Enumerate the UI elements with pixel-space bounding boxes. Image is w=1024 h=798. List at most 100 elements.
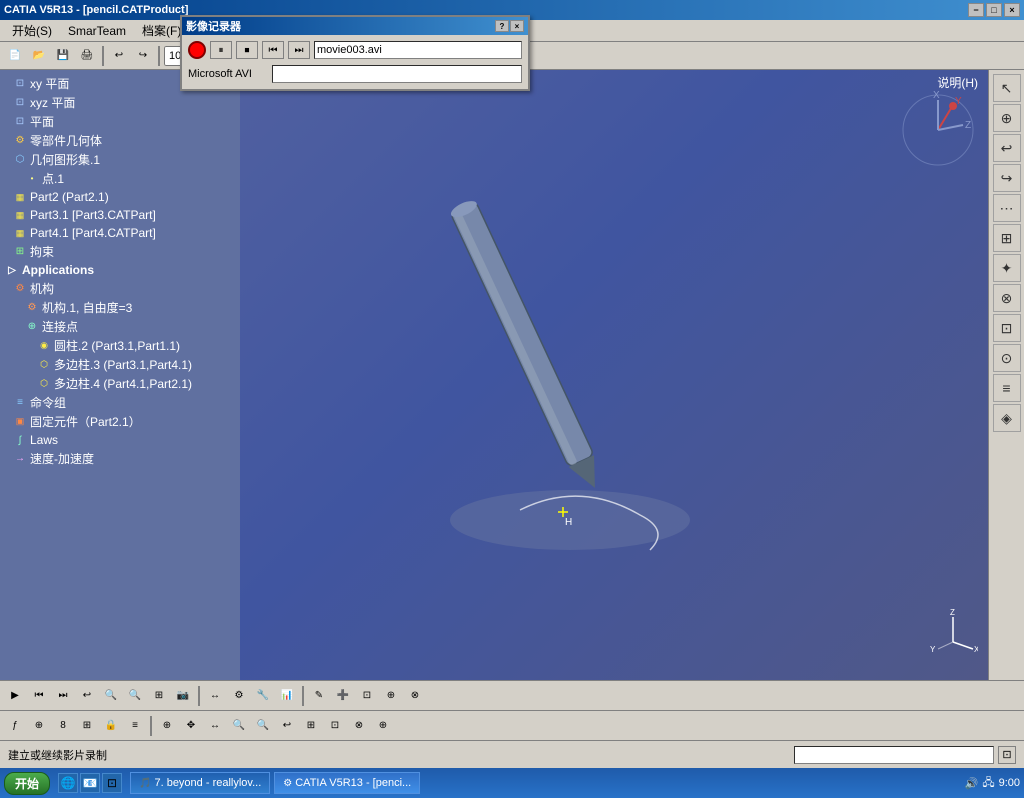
tree-item-19[interactable]: ∫Laws [0, 431, 240, 449]
dialog-help-btn[interactable]: ? [495, 20, 509, 32]
tree-item-18[interactable]: ▣固定元件（Part2.1） [0, 412, 240, 431]
tree-label-20: 速度-加速度 [30, 450, 94, 467]
stop-button[interactable]: ⏹ [236, 41, 258, 59]
rt-btn-2[interactable]: ⊕ [993, 104, 1021, 132]
format-value-input[interactable] [272, 65, 522, 83]
bt1-btn5[interactable]: 🔍 [100, 685, 122, 707]
quicklaunch-icon-1[interactable]: 🌐 [58, 773, 78, 793]
minimize-button[interactable]: − [968, 3, 984, 17]
tree-item-10[interactable]: ▷Applications [0, 261, 240, 279]
tree-item-14[interactable]: ◉圆柱.2 (Part3.1,Part1.1) [0, 336, 240, 355]
status-message: 建立或继续影片录制 [8, 747, 107, 763]
bt2-btn9[interactable]: ↔ [204, 715, 226, 737]
tree-item-5[interactable]: •点.1 [0, 169, 240, 188]
bt1-btn16[interactable]: ⊕ [380, 685, 402, 707]
maximize-button[interactable]: □ [986, 3, 1002, 17]
rt-btn-1[interactable]: ↖ [993, 74, 1021, 102]
tree-label-19: Laws [30, 433, 58, 447]
prev-button[interactable]: ⏮ [262, 41, 284, 59]
tree-item-8[interactable]: ▦Part4.1 [Part4.CATPart] [0, 224, 240, 242]
bt1-btn17[interactable]: ⊗ [404, 685, 426, 707]
bt1-btn11[interactable]: 🔧 [252, 685, 274, 707]
svg-text:H: H [565, 517, 572, 528]
taskbar-item-0[interactable]: 🎵 7. beyond - reallylov... [130, 772, 270, 794]
record-button[interactable] [188, 41, 206, 59]
bt2-btn13[interactable]: ⊞ [300, 715, 322, 737]
tree-item-3[interactable]: ⚙零部件几何体 [0, 131, 240, 150]
bt2-btn6[interactable]: ≡ [124, 715, 146, 737]
redo-button[interactable]: ↪ [132, 45, 154, 67]
close-button[interactable]: × [1004, 3, 1020, 17]
bt2-btn3[interactable]: 8 [52, 715, 74, 737]
quicklaunch-icon-3[interactable]: ⊡ [102, 773, 122, 793]
tree-item-13[interactable]: ⊕连接点 [0, 317, 240, 336]
tree-item-7[interactable]: ▦Part3.1 [Part3.CATPart] [0, 206, 240, 224]
rt-btn-12[interactable]: ◈ [993, 404, 1021, 432]
axis-indicator: Z X Y [928, 607, 978, 660]
tree-item-16[interactable]: ⬡多边柱.4 (Part4.1,Part2.1) [0, 374, 240, 393]
bt2-btn15[interactable]: ⊗ [348, 715, 370, 737]
rt-btn-5[interactable]: ⋯ [993, 194, 1021, 222]
bt1-btn6[interactable]: 🔍 [124, 685, 146, 707]
print-button[interactable]: 🖨 [76, 45, 98, 67]
rt-btn-7[interactable]: ✦ [993, 254, 1021, 282]
tree-item-9[interactable]: ⊞拘束 [0, 242, 240, 261]
menu-start[interactable]: 开始(S) [4, 20, 60, 41]
tree-item-20[interactable]: →速度-加速度 [0, 449, 240, 468]
bt1-btn8[interactable]: 📷 [172, 685, 194, 707]
bt1-btn3[interactable]: ⏭ [52, 685, 74, 707]
tree-item-12[interactable]: ⚙机构.1, 自由度=3 [0, 298, 240, 317]
viewport-3d[interactable]: 说明(H) Y Z X [240, 70, 988, 680]
tree-item-1[interactable]: ⊡xyz 平面 [0, 93, 240, 112]
tree-label-7: Part3.1 [Part3.CATPart] [30, 208, 156, 222]
rt-btn-4[interactable]: ↪ [993, 164, 1021, 192]
open-button[interactable]: 📂 [28, 45, 50, 67]
filename-input[interactable] [314, 41, 522, 59]
bt1-btn15[interactable]: ⊡ [356, 685, 378, 707]
tree-item-2[interactable]: ⊡平面 [0, 112, 240, 131]
new-button[interactable]: 📄 [4, 45, 26, 67]
tree-item-15[interactable]: ⬡多边柱.3 (Part3.1,Part4.1) [0, 355, 240, 374]
rt-btn-11[interactable]: ≡ [993, 374, 1021, 402]
tree-item-4[interactable]: ⬡几何图形集.1 [0, 150, 240, 169]
next-button[interactable]: ⏭ [288, 41, 310, 59]
bt2-btn2[interactable]: ⊕ [28, 715, 50, 737]
bt2-btn8[interactable]: ✥ [180, 715, 202, 737]
quicklaunch-icon-2[interactable]: 📧 [80, 773, 100, 793]
bt2-btn5[interactable]: 🔒 [100, 715, 122, 737]
bt2-btn11[interactable]: 🔍 [252, 715, 274, 737]
bt1-btn7[interactable]: ⊞ [148, 685, 170, 707]
rt-btn-3[interactable]: ↩ [993, 134, 1021, 162]
bt1-btn12[interactable]: 📊 [276, 685, 298, 707]
tree-item-6[interactable]: ▦Part2 (Part2.1) [0, 188, 240, 206]
tree-item-11[interactable]: ⚙机构 [0, 279, 240, 298]
bt2-btn1[interactable]: ƒ [4, 715, 26, 737]
tree-item-17[interactable]: ≡命令组 [0, 393, 240, 412]
bt2-btn16[interactable]: ⊕ [372, 715, 394, 737]
bt1-btn9[interactable]: ↔ [204, 685, 226, 707]
status-expand-btn[interactable]: ⊡ [998, 746, 1016, 764]
menu-smarteam[interactable]: SmarTeam [60, 22, 134, 40]
bt2-btn7[interactable]: ⊕ [156, 715, 178, 737]
save-button[interactable]: 💾 [52, 45, 74, 67]
rt-btn-10[interactable]: ⊙ [993, 344, 1021, 372]
sep2 [158, 46, 160, 66]
bt1-btn1[interactable]: ▶ [4, 685, 26, 707]
bt1-btn2[interactable]: ⏮ [28, 685, 50, 707]
bt2-btn4[interactable]: ⊞ [76, 715, 98, 737]
bt2-btn12[interactable]: ↩ [276, 715, 298, 737]
bt1-btn13[interactable]: ✎ [308, 685, 330, 707]
bt1-btn14[interactable]: ➕ [332, 685, 354, 707]
start-button[interactable]: 开始 [4, 772, 50, 795]
taskbar-item-1[interactable]: ⚙ CATIA V5R13 - [penci... [274, 772, 420, 794]
rt-btn-6[interactable]: ⊞ [993, 224, 1021, 252]
undo-button[interactable]: ↩ [108, 45, 130, 67]
bt2-btn14[interactable]: ⊡ [324, 715, 346, 737]
rt-btn-9[interactable]: ⊡ [993, 314, 1021, 342]
bt1-btn4[interactable]: ↩ [76, 685, 98, 707]
rt-btn-8[interactable]: ⊗ [993, 284, 1021, 312]
dialog-close-btn[interactable]: × [510, 20, 524, 32]
pause-button[interactable]: ⏸ [210, 41, 232, 59]
bt2-btn10[interactable]: 🔍 [228, 715, 250, 737]
bt1-btn10[interactable]: ⚙ [228, 685, 250, 707]
